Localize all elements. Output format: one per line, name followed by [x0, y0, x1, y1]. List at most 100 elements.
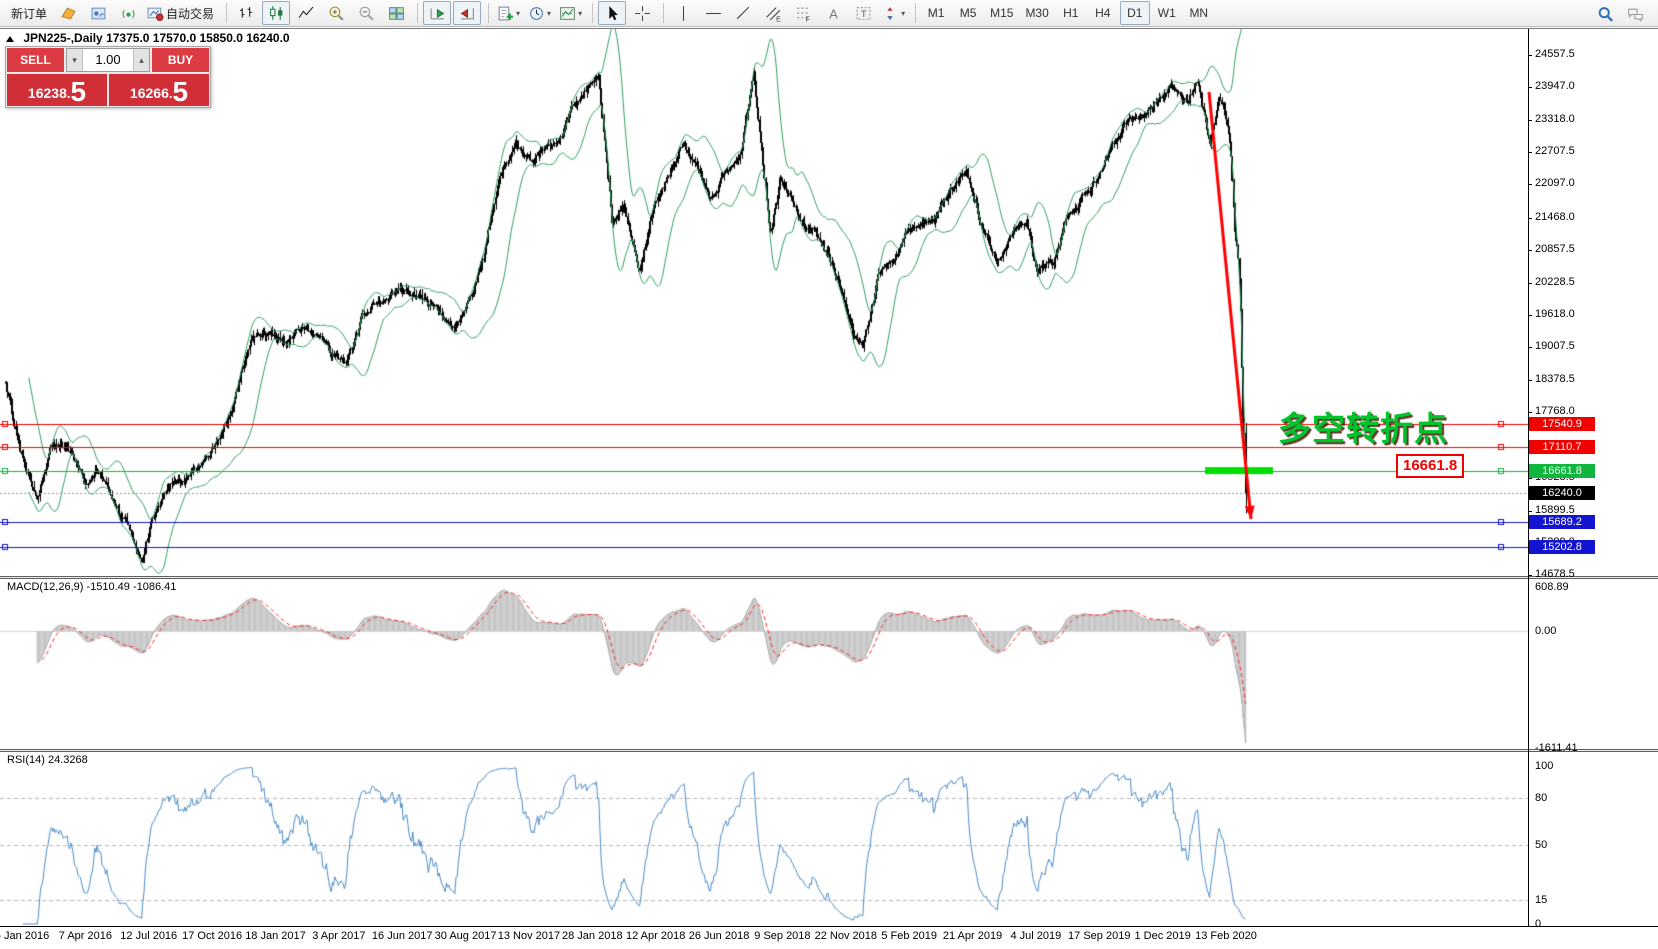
arrows-icon[interactable]: ▾ — [879, 1, 908, 25]
line-chart-icon[interactable] — [292, 1, 320, 25]
buy-price-big: 5 — [172, 79, 188, 105]
price-tick-mark — [1528, 87, 1532, 88]
auto-scroll-icon[interactable] — [423, 1, 451, 25]
zoom-out-icon[interactable] — [352, 1, 380, 25]
date-label: 9 Sep 2018 — [754, 930, 810, 942]
metaeditor-glyph — [60, 5, 77, 22]
indicators-button[interactable]: ▾ — [556, 1, 585, 25]
chart-ohlc-label: 17375.0 17570.0 15850.0 16240.0 — [106, 31, 290, 45]
date-label: 21 Apr 2019 — [943, 930, 1002, 942]
volume-input[interactable]: 1.00 — [83, 49, 133, 71]
zoomin-glyph — [328, 5, 345, 22]
metaeditor-icon[interactable] — [54, 1, 82, 25]
tile-windows-icon[interactable] — [382, 1, 410, 25]
volume-increase-icon[interactable]: ▴ — [133, 49, 149, 71]
turning-point-annotation[interactable]: 多空转折点 — [1278, 402, 1448, 450]
chat-glyph — [1627, 6, 1644, 23]
timeframe-d1-label: D1 — [1127, 6, 1142, 20]
text-label-icon[interactable]: T — [849, 1, 877, 25]
strategy-tester-icon[interactable] — [84, 1, 112, 25]
volume-decrease-icon[interactable]: ▾ — [67, 49, 83, 71]
equidistant-channel-icon[interactable]: E — [759, 1, 787, 25]
new-order-button[interactable]: 新订单 — [6, 1, 52, 25]
mt4-window: 新订单自动交易▾▾▾EFAT▾M1M5M15M30H1H4D1W1MN JPN2… — [0, 0, 1658, 949]
toolbar-right-icons — [1590, 2, 1650, 26]
profiles-button[interactable]: ▾ — [525, 1, 554, 25]
new-chart-button[interactable]: ▾ — [494, 1, 523, 25]
price-tick-mark — [1528, 380, 1532, 381]
clock-glyph — [528, 5, 545, 22]
tile-glyph — [388, 5, 405, 22]
cursor-glyph — [604, 5, 621, 22]
autotrading-button-label: 自动交易 — [166, 5, 214, 22]
timeframe-m15-label: M15 — [990, 6, 1013, 20]
timeframe-m30-label: M30 — [1025, 6, 1048, 20]
date-label: 7 Apr 2016 — [59, 930, 112, 942]
sell-button[interactable]: SELL — [7, 48, 64, 72]
chart-shift-icon[interactable] — [453, 1, 481, 25]
price-tick-mark — [1528, 412, 1532, 413]
chevron-down-icon: ▾ — [516, 9, 520, 18]
text-icon[interactable]: A — [819, 1, 847, 25]
volume-stepper: ▾ 1.00 ▴ — [66, 48, 150, 72]
pane-splitter[interactable] — [0, 576, 1658, 579]
price-tick: 22707.5 — [1535, 145, 1575, 157]
autotrading-button[interactable]: 自动交易 — [144, 1, 219, 25]
one-click-trading-panel: SELL ▾ 1.00 ▴ BUY 16238 . 5 16266 . 5 — [5, 46, 211, 108]
toolbar-separator — [488, 3, 489, 23]
indicators-glyph — [559, 5, 576, 22]
candles-glyph — [268, 5, 285, 22]
textT-glyph: T — [855, 5, 872, 22]
timeframe-m15[interactable]: M15 — [985, 1, 1018, 25]
zoomout-glyph — [358, 5, 375, 22]
timeframe-m1[interactable]: M1 — [921, 1, 951, 25]
timeframe-m5-label: M5 — [960, 6, 977, 20]
macd-axis-tick: -1611.41 — [1535, 742, 1578, 754]
autotrading-glyph — [147, 5, 164, 22]
timeframe-m5[interactable]: M5 — [953, 1, 983, 25]
candlestick-chart-icon[interactable] — [262, 1, 290, 25]
buy-price-panel[interactable]: 16266 . 5 — [109, 74, 209, 106]
sell-price-big: 5 — [70, 79, 86, 105]
zoom-in-icon[interactable] — [322, 1, 350, 25]
new-order-button-label: 新订单 — [11, 5, 47, 22]
price-tick: 22097.0 — [1535, 177, 1575, 189]
timeframe-h4[interactable]: H4 — [1088, 1, 1118, 25]
rsi-indicator-label: RSI(14) 24.3268 — [7, 754, 88, 766]
date-label: 22 Nov 2018 — [815, 930, 877, 942]
trendline-icon[interactable] — [729, 1, 757, 25]
rsi-axis-tick: 15 — [1535, 894, 1547, 906]
rsi-axis-tick: 80 — [1535, 792, 1547, 804]
price-callout-box[interactable]: 16661.8 — [1396, 454, 1464, 478]
bar-chart-icon[interactable] — [232, 1, 260, 25]
pane-splitter[interactable] — [0, 749, 1658, 752]
timeframe-d1[interactable]: D1 — [1120, 1, 1150, 25]
sell-price-panel[interactable]: 16238 . 5 — [7, 74, 107, 106]
collapse-triangle-icon[interactable] — [6, 36, 14, 42]
toolbar: 新订单自动交易▾▾▾EFAT▾M1M5M15M30H1H4D1W1MN — [0, 0, 1658, 27]
date-label: 13 Nov 2017 — [498, 930, 560, 942]
signals-icon[interactable] — [114, 1, 142, 25]
timeframe-m30[interactable]: M30 — [1020, 1, 1053, 25]
chat-icon[interactable] — [1621, 2, 1649, 26]
crosshair-icon[interactable] — [628, 1, 656, 25]
timeframe-w1[interactable]: W1 — [1152, 1, 1182, 25]
cursor-icon[interactable] — [598, 1, 626, 25]
timeframe-mn[interactable]: MN — [1184, 1, 1214, 25]
horizontal-line-icon[interactable] — [699, 1, 727, 25]
macd-indicator-label: MACD(12,26,9) -1510.49 -1086.41 — [7, 581, 176, 593]
timeframe-h4-label: H4 — [1095, 6, 1110, 20]
timeframe-h1[interactable]: H1 — [1056, 1, 1086, 25]
fibonacci-icon[interactable]: F — [789, 1, 817, 25]
date-label: 4 Jul 2019 — [1010, 930, 1061, 942]
rsi-canvas[interactable] — [0, 752, 1528, 925]
vertical-line-icon[interactable] — [669, 1, 697, 25]
macd-canvas[interactable] — [0, 579, 1528, 749]
level-price-label: 15689.2 — [1529, 515, 1595, 529]
svg-text:F: F — [805, 16, 809, 22]
search-icon[interactable] — [1591, 2, 1619, 26]
buy-button[interactable]: BUY — [152, 48, 209, 72]
price-chart-canvas[interactable] — [0, 29, 1528, 576]
price-tick: 20857.5 — [1535, 243, 1575, 255]
timeframe-w1-label: W1 — [1158, 6, 1176, 20]
